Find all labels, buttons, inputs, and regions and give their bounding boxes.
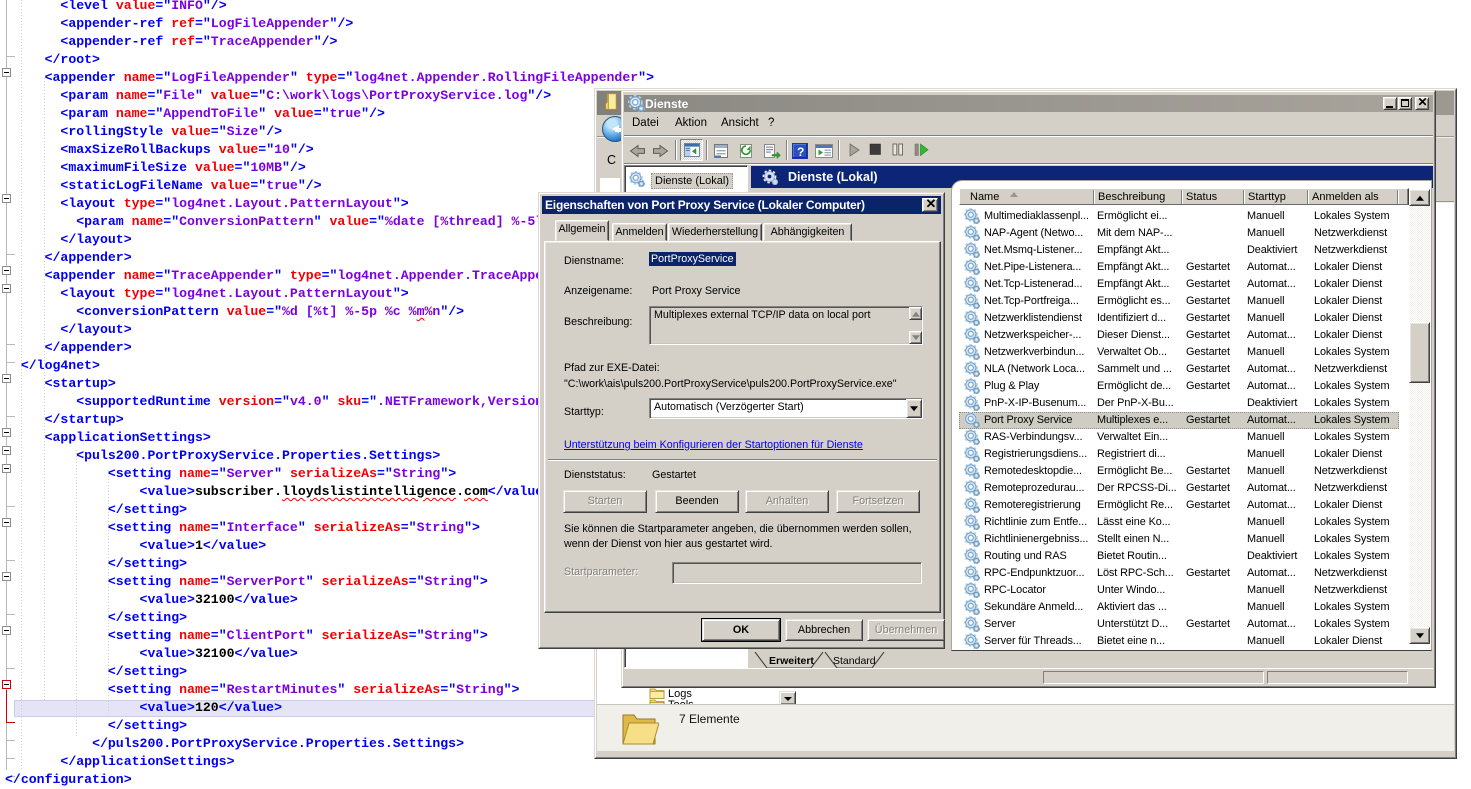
svg-text:Erweitert: Erweitert [769,655,814,667]
svg-text:Standard: Standard [833,655,876,667]
